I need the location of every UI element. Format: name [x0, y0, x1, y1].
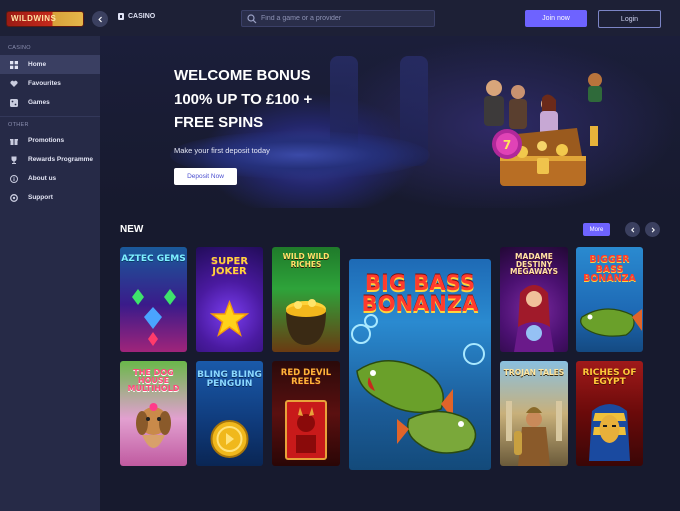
support-icon	[10, 193, 18, 202]
search-input[interactable]	[261, 15, 431, 22]
sidebar-item-rewards[interactable]: Rewards Programme	[0, 150, 100, 169]
casino-page: WILDWINS CASINO Join now Login CASINO Ho…	[0, 0, 680, 511]
chevron-right-icon	[651, 227, 655, 232]
warrior-illustration	[506, 401, 562, 466]
casino-icon	[118, 13, 124, 20]
devil-card-illustration	[285, 400, 327, 460]
sidebar-section-casino: CASINO	[8, 45, 31, 51]
sidebar-item-favourites[interactable]: Favourites	[0, 74, 100, 93]
sidebar-item-promotions[interactable]: Promotions	[0, 131, 100, 150]
casino-breadcrumb[interactable]: CASINO	[118, 13, 155, 20]
join-now-button[interactable]: Join now	[525, 10, 587, 27]
svg-text:7: 7	[503, 138, 511, 152]
search-icon	[247, 13, 257, 23]
games-icon	[10, 98, 18, 107]
sidebar-item-label: Rewards Programme	[28, 156, 94, 163]
pot-of-gold	[286, 299, 326, 345]
casino-label: CASINO	[128, 13, 156, 20]
sidebar: CASINO Home Favourites Games OTHER Promo…	[0, 36, 100, 511]
site-logo[interactable]: WILDWINS	[6, 11, 84, 27]
gift-icon	[10, 137, 18, 145]
gold-coin-icon	[210, 420, 249, 458]
treasure-chest-illustration: 7	[484, 73, 602, 186]
sidebar-section-other: OTHER	[8, 122, 29, 128]
game-tile-bigger-bass-bonanza[interactable]: BIGGER BASS BONANZA	[576, 247, 643, 352]
game-tile-wild-wild-riches[interactable]: WILD WILD RICHES	[272, 247, 340, 352]
sidebar-item-support[interactable]: Support	[0, 188, 100, 207]
sidebar-item-about[interactable]: About us	[0, 169, 100, 188]
collapse-sidebar-button[interactable]	[92, 11, 108, 27]
new-games-heading: NEW	[120, 224, 144, 235]
game-tile-madame-destiny[interactable]: MADAME DESTINY MEGAWAYS	[500, 247, 568, 352]
home-icon	[10, 60, 18, 69]
trophy-icon	[10, 156, 18, 164]
next-arrow-button[interactable]	[645, 222, 660, 237]
sidebar-item-label: About us	[28, 175, 57, 182]
sidebar-item-label: Games	[28, 99, 50, 106]
info-icon	[10, 174, 18, 183]
game-tile-aztec-gems[interactable]: AZTEC GEMS	[120, 247, 187, 352]
more-button[interactable]: More	[583, 223, 610, 236]
heart-icon	[10, 80, 18, 88]
banner-subtitle: Make your first deposit today	[174, 146, 270, 155]
prev-arrow-button[interactable]	[625, 222, 640, 237]
welcome-banner: WELCOME BONUS 100% UP TO £100 + FREE SPI…	[100, 36, 680, 208]
sidebar-item-home[interactable]: Home	[0, 55, 100, 74]
game-tile-red-devil-reels[interactable]: RED DEVIL REELS	[272, 361, 340, 466]
bass-fish-illustration	[351, 314, 485, 454]
search-bar[interactable]	[241, 10, 435, 27]
dog-illustration	[136, 403, 171, 448]
game-tile-big-bass-bonanza[interactable]: BIG BASS BONANZA	[349, 259, 491, 470]
game-tile-riches-of-egypt[interactable]: RICHES OF EGYPT	[576, 361, 643, 466]
login-button[interactable]: Login	[598, 10, 661, 28]
bass-fish-illustration	[580, 308, 642, 337]
star-symbol	[209, 299, 250, 337]
banner-title-line3: FREE SPINS	[174, 114, 264, 131]
sidebar-item-label: Support	[28, 194, 53, 201]
game-tile-bling-bling-penguin[interactable]: BLING BLING PENGUIN	[196, 361, 263, 466]
banner-title-line1: WELCOME BONUS	[174, 67, 311, 84]
top-bar: WILDWINS CASINO Join now Login	[0, 0, 680, 36]
gem-symbols	[132, 289, 176, 346]
chevron-left-icon	[97, 16, 102, 22]
game-tile-super-joker[interactable]: SUPER JOKER	[196, 247, 263, 352]
sidebar-divider	[0, 116, 100, 117]
sidebar-item-games[interactable]: Games	[0, 93, 100, 112]
banner-title-line2: 100% UP TO £100 +	[174, 90, 313, 108]
deposit-now-button[interactable]: Deposit Now	[174, 168, 237, 185]
game-tile-trojan-tales[interactable]: TROJAN TALES	[500, 361, 568, 466]
pharaoh-mask-illustration	[589, 404, 630, 461]
sidebar-item-label: Promotions	[28, 137, 65, 144]
sidebar-item-label: Favourites	[28, 80, 61, 87]
logo-text: WILDWINS	[11, 14, 57, 23]
banner-title: WELCOME BONUS 100% UP TO £100 + FREE SPI…	[174, 64, 354, 135]
game-tile-the-dog-house[interactable]: THE DOG HOUSE MULTIHOLD	[120, 361, 187, 466]
sidebar-item-label: Home	[28, 61, 47, 68]
chevron-left-icon	[630, 227, 634, 232]
fortune-teller-illustration	[514, 285, 554, 352]
